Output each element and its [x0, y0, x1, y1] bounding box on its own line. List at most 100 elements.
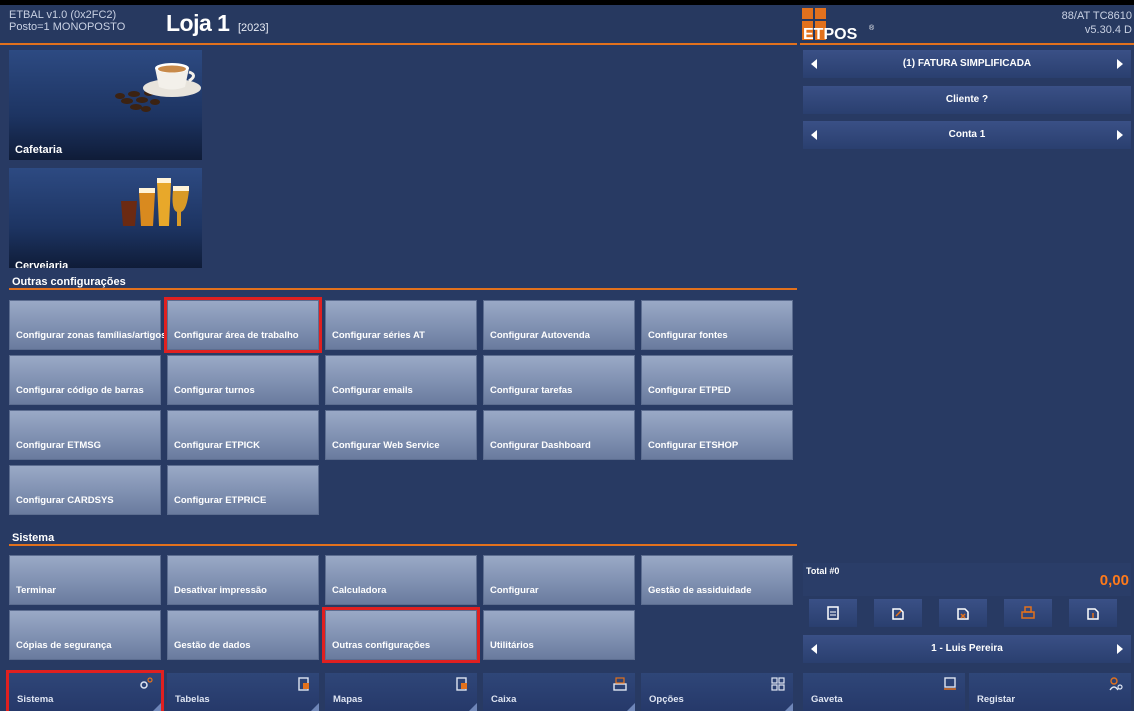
- btn-label: Outras configurações: [332, 640, 431, 651]
- client-button[interactable]: Cliente ?: [803, 86, 1131, 114]
- tab-tabelas[interactable]: Tabelas: [167, 673, 319, 711]
- btn-calculadora[interactable]: Calculadora: [325, 555, 477, 605]
- store-title: Loja 1: [166, 10, 230, 36]
- edit-doc-button[interactable]: [874, 599, 922, 627]
- total-value: 0,00: [1099, 572, 1129, 589]
- coffee-cup-icon: [115, 63, 201, 112]
- btn-config-web-service[interactable]: Configurar Web Service: [325, 410, 477, 460]
- category-tile-cafetaria[interactable]: Cafetaria: [9, 50, 202, 160]
- tab-gaveta[interactable]: Gaveta: [803, 673, 965, 711]
- btn-config-area-trabalho[interactable]: Configurar área de trabalho: [164, 297, 322, 353]
- tab-corner: [469, 703, 477, 711]
- posto-info: Posto=1 MONOPOSTO: [9, 21, 126, 33]
- header-divider: [0, 43, 797, 45]
- store-year: [2023]: [238, 22, 269, 34]
- total-label: Total #0: [806, 566, 840, 576]
- btn-label: Configurar ETPRICE: [174, 495, 267, 506]
- btn-config-dashboard[interactable]: Configurar Dashboard: [483, 410, 635, 460]
- btn-label: Configurar ETSHOP: [648, 440, 739, 451]
- header-divider-right: [800, 43, 1134, 45]
- btn-label: Utilitários: [490, 640, 534, 651]
- print-icon: [1021, 606, 1035, 619]
- btn-desativar-impressao[interactable]: Desativar impressão: [167, 555, 319, 605]
- btn-label: Configurar turnos: [174, 385, 255, 396]
- transfer-doc-icon: [1087, 608, 1099, 620]
- tab-corner: [785, 703, 793, 711]
- btn-config-turnos[interactable]: Configurar turnos: [167, 355, 319, 405]
- btn-label: Gestão de assiduidade: [648, 585, 752, 596]
- cancel-doc-icon: [957, 608, 969, 620]
- btn-config-fontes[interactable]: Configurar fontes: [641, 300, 793, 350]
- next-arrow-icon[interactable]: [1117, 59, 1123, 69]
- tab-corner: [627, 703, 635, 711]
- next-arrow-icon[interactable]: [1117, 644, 1123, 654]
- tab-caixa[interactable]: Caixa: [483, 673, 635, 711]
- section-divider-sistema: [9, 544, 797, 546]
- btn-config-etmsg[interactable]: Configurar ETMSG: [9, 410, 161, 460]
- category-tile-cervejaria[interactable]: Cervejaria: [9, 168, 202, 268]
- btn-config-autovenda[interactable]: Configurar Autovenda: [483, 300, 635, 350]
- svg-text:®: ®: [869, 24, 875, 32]
- cash-register-icon: [613, 677, 627, 691]
- software-version: v5.30.4 D: [1084, 24, 1132, 36]
- btn-utilitarios[interactable]: Utilitários: [483, 610, 635, 660]
- document-button[interactable]: [809, 599, 857, 627]
- btn-label: Configurar fontes: [648, 330, 728, 341]
- account-selector[interactable]: Conta 1: [803, 121, 1131, 149]
- account-label: Conta 1: [948, 129, 986, 140]
- btn-label: Gestão de dados: [174, 640, 251, 651]
- btn-config-series-at[interactable]: Configurar séries AT: [325, 300, 477, 350]
- beer-glasses-icon: [121, 178, 189, 226]
- tab-label-gaveta: Gaveta: [811, 694, 843, 705]
- btn-label: Configurar zonas famílias/artigos: [16, 330, 167, 341]
- tab-label-caixa: Caixa: [491, 694, 517, 705]
- btn-config-codigo-barras[interactable]: Configurar código de barras: [9, 355, 161, 405]
- btn-config-emails[interactable]: Configurar emails: [325, 355, 477, 405]
- btn-terminar[interactable]: Terminar: [9, 555, 161, 605]
- tab-opcoes[interactable]: Opções: [641, 673, 793, 711]
- operator-selector[interactable]: 1 - Luis Pereira: [803, 635, 1131, 663]
- btn-gestao-dados[interactable]: Gestão de dados: [167, 610, 319, 660]
- btn-label: Configurar: [490, 585, 539, 596]
- btn-label: Configurar ETPICK: [174, 440, 261, 451]
- doc-type-label: (1) FATURA SIMPLIFICADA: [902, 58, 1032, 69]
- btn-config-etshop[interactable]: Configurar ETSHOP: [641, 410, 793, 460]
- tab-registar[interactable]: Registar: [969, 673, 1131, 711]
- btn-label: Configurar emails: [332, 385, 413, 396]
- transfer-doc-button[interactable]: [1069, 599, 1117, 627]
- btn-config-etped[interactable]: Configurar ETPED: [641, 355, 793, 405]
- btn-config-tarefas[interactable]: Configurar tarefas: [483, 355, 635, 405]
- btn-config-etpick[interactable]: Configurar ETPICK: [167, 410, 319, 460]
- section-title-sistema: Sistema: [12, 532, 55, 544]
- btn-gestao-assiduidade[interactable]: Gestão de assiduidade: [641, 555, 793, 605]
- tab-corner: [153, 703, 161, 711]
- btn-outras-configuracoes[interactable]: Outras configurações: [322, 607, 480, 663]
- btn-label: Desativar impressão: [174, 585, 267, 596]
- print-button[interactable]: [1004, 599, 1052, 627]
- terminal-id: 88/AT TC8610: [1061, 10, 1132, 22]
- btn-config-cardsys[interactable]: Configurar CARDSYS: [9, 465, 161, 515]
- gears-icon: [140, 677, 153, 689]
- btn-label: Configurar código de barras: [16, 385, 144, 396]
- tab-label-registar: Registar: [977, 694, 1016, 705]
- btn-config-etprice[interactable]: Configurar ETPRICE: [167, 465, 319, 515]
- btn-configurar[interactable]: Configurar: [483, 555, 635, 605]
- tab-corner: [311, 703, 319, 711]
- btn-label: Cópias de segurança: [16, 640, 112, 651]
- cancel-doc-button[interactable]: [939, 599, 987, 627]
- user-key-icon: [1109, 677, 1123, 691]
- operator-label: 1 - Luis Pereira: [931, 643, 1003, 654]
- btn-label: Configurar séries AT: [332, 330, 425, 341]
- order-items-list[interactable]: [803, 155, 1131, 563]
- btn-label: Configurar ETMSG: [16, 440, 101, 451]
- btn-copias-seguranca[interactable]: Cópias de segurança: [9, 610, 161, 660]
- next-arrow-icon[interactable]: [1117, 130, 1123, 140]
- doc-type-selector[interactable]: (1) FATURA SIMPLIFICADA: [803, 50, 1131, 78]
- btn-label: Configurar CARDSYS: [16, 495, 114, 506]
- tab-mapas[interactable]: Mapas: [325, 673, 477, 711]
- btn-config-zonas[interactable]: Configurar zonas famílias/artigos: [9, 300, 166, 350]
- logo-text: ETPOS: [803, 26, 858, 42]
- btn-label: Configurar Autovenda: [490, 330, 590, 341]
- tab-label-mapas: Mapas: [333, 694, 363, 705]
- tab-sistema[interactable]: Sistema: [6, 670, 164, 711]
